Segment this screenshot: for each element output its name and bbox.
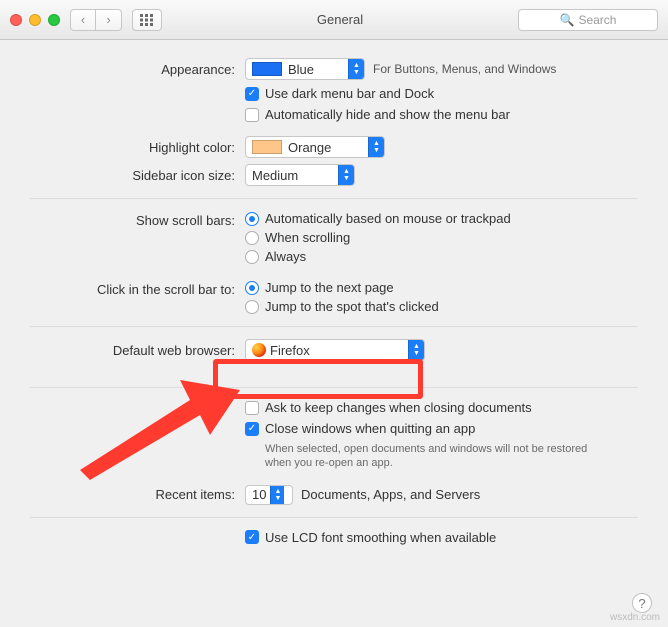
firefox-icon bbox=[252, 343, 266, 357]
checkbox-checked-icon: ✓ bbox=[245, 530, 259, 544]
scrollclick-option-spot[interactable]: Jump to the spot that's clicked bbox=[245, 299, 439, 314]
recent-value: 10 bbox=[252, 487, 266, 502]
scrollbars-option-always[interactable]: Always bbox=[245, 249, 511, 264]
forward-button[interactable]: › bbox=[96, 9, 122, 31]
scrollclick-option-nextpage[interactable]: Jump to the next page bbox=[245, 280, 439, 295]
scrollbars-option-scrolling[interactable]: When scrolling bbox=[245, 230, 511, 245]
grid-icon bbox=[140, 14, 154, 26]
separator bbox=[30, 198, 638, 199]
sidebar-value: Medium bbox=[252, 168, 338, 183]
appearance-swatch bbox=[252, 62, 282, 76]
chevron-updown-icon: ▲▼ bbox=[408, 340, 424, 360]
browser-label: Default web browser: bbox=[30, 343, 245, 358]
radio-unchecked-icon bbox=[245, 231, 259, 245]
scrollclick-radiogroup: Jump to the next page Jump to the spot t… bbox=[245, 280, 439, 314]
window-title: General bbox=[172, 12, 508, 27]
dark-menu-checkbox[interactable]: ✓ Use dark menu bar and Dock bbox=[245, 86, 434, 101]
close-windows-label: Close windows when quitting an app bbox=[265, 421, 475, 436]
recent-label: Recent items: bbox=[30, 487, 245, 502]
nav-buttons: ‹ › bbox=[70, 9, 122, 31]
search-input[interactable]: 🔍 Search bbox=[518, 9, 658, 31]
ask-changes-label: Ask to keep changes when closing documen… bbox=[265, 400, 532, 415]
zoom-icon[interactable] bbox=[48, 14, 60, 26]
titlebar: ‹ › General 🔍 Search bbox=[0, 0, 668, 40]
browser-value: Firefox bbox=[270, 343, 408, 358]
autohide-checkbox[interactable]: Automatically hide and show the menu bar bbox=[245, 107, 510, 122]
highlight-label: Highlight color: bbox=[30, 140, 245, 155]
radio-checked-icon bbox=[245, 212, 259, 226]
scrollclick-label: Click in the scroll bar to: bbox=[30, 280, 245, 297]
chevron-updown-icon: ▲▼ bbox=[348, 59, 364, 79]
search-placeholder: Search bbox=[578, 13, 616, 27]
annotation-arrow-icon bbox=[60, 380, 240, 480]
lcd-checkbox[interactable]: ✓ Use LCD font smoothing when available bbox=[245, 530, 496, 545]
chevron-updown-icon: ▲▼ bbox=[368, 137, 384, 157]
highlight-swatch bbox=[252, 140, 282, 154]
recent-stepper[interactable]: 10 ▲▼ bbox=[245, 485, 293, 505]
autohide-label: Automatically hide and show the menu bar bbox=[265, 107, 510, 122]
checkbox-checked-icon: ✓ bbox=[245, 87, 259, 101]
watermark: wsxdn.com bbox=[610, 612, 660, 623]
lcd-label: Use LCD font smoothing when available bbox=[265, 530, 496, 545]
browser-popup[interactable]: Firefox ▲▼ bbox=[245, 339, 425, 361]
highlight-popup[interactable]: Orange ▲▼ bbox=[245, 136, 385, 158]
dark-menu-label: Use dark menu bar and Dock bbox=[265, 86, 434, 101]
close-windows-checkbox[interactable]: ✓ Close windows when quitting an app bbox=[245, 421, 475, 436]
content: Appearance: Blue ▲▼ For Buttons, Menus, … bbox=[0, 40, 668, 545]
highlight-value: Orange bbox=[282, 140, 368, 155]
close-icon[interactable] bbox=[10, 14, 22, 26]
window-controls bbox=[10, 14, 60, 26]
scrollbars-radiogroup: Automatically based on mouse or trackpad… bbox=[245, 211, 511, 264]
checkbox-checked-icon: ✓ bbox=[245, 422, 259, 436]
radio-unchecked-icon bbox=[245, 250, 259, 264]
minimize-icon[interactable] bbox=[29, 14, 41, 26]
appearance-hint: For Buttons, Menus, and Windows bbox=[373, 62, 556, 76]
checkbox-unchecked-icon bbox=[245, 401, 259, 415]
scrollbars-option-auto[interactable]: Automatically based on mouse or trackpad bbox=[245, 211, 511, 226]
separator bbox=[30, 517, 638, 518]
chevron-updown-icon: ▲▼ bbox=[338, 165, 354, 185]
radio-unchecked-icon bbox=[245, 300, 259, 314]
ask-changes-checkbox[interactable]: Ask to keep changes when closing documen… bbox=[245, 400, 532, 415]
checkbox-unchecked-icon bbox=[245, 108, 259, 122]
search-icon: 🔍 bbox=[560, 13, 575, 27]
back-button[interactable]: ‹ bbox=[70, 9, 96, 31]
scrollbars-label: Show scroll bars: bbox=[30, 211, 245, 228]
help-button[interactable]: ? bbox=[632, 593, 652, 613]
separator bbox=[30, 326, 638, 327]
sidebar-label: Sidebar icon size: bbox=[30, 168, 245, 183]
close-windows-hint: When selected, open documents and window… bbox=[265, 442, 605, 471]
chevron-updown-icon: ▲▼ bbox=[270, 486, 284, 504]
appearance-value: Blue bbox=[282, 62, 348, 77]
sidebar-popup[interactable]: Medium ▲▼ bbox=[245, 164, 355, 186]
appearance-popup[interactable]: Blue ▲▼ bbox=[245, 58, 365, 80]
annotation-highlight-box bbox=[213, 359, 423, 399]
appearance-label: Appearance: bbox=[30, 62, 245, 77]
recent-hint: Documents, Apps, and Servers bbox=[301, 487, 480, 502]
radio-checked-icon bbox=[245, 281, 259, 295]
show-all-button[interactable] bbox=[132, 9, 162, 31]
